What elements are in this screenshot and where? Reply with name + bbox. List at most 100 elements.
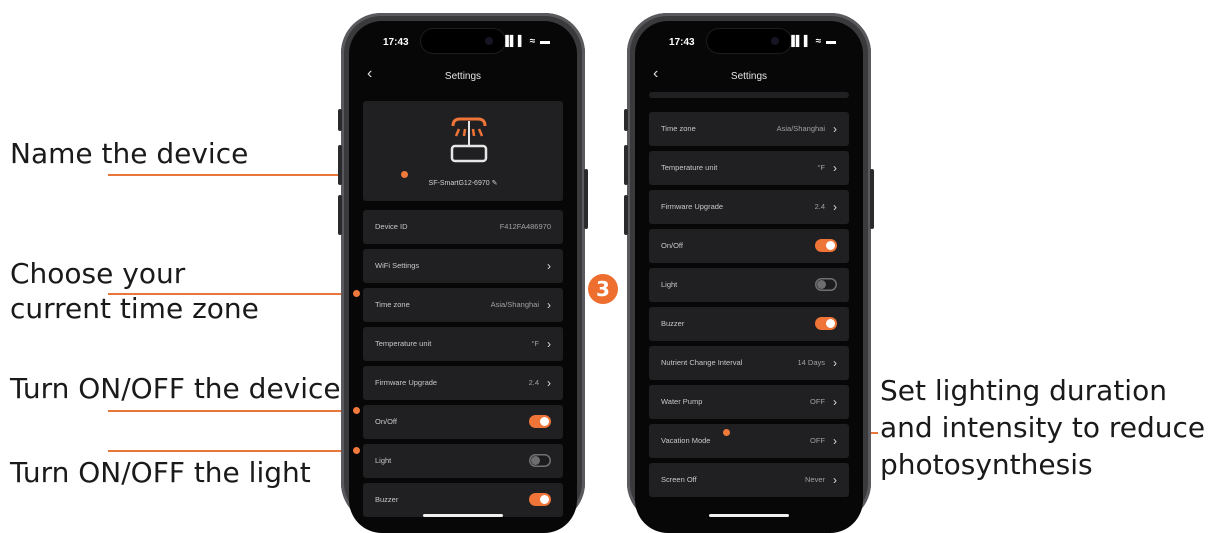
chevron-right-icon: › <box>833 356 837 370</box>
row-firmware-upgrade[interactable]: Firmware Upgrade 2.4 › <box>363 366 563 400</box>
phone-volume-down <box>338 195 342 235</box>
status-time: 17:43 <box>383 37 409 48</box>
row-screen-off[interactable]: Screen Off Never › <box>649 463 849 497</box>
phone-side-button <box>624 109 628 131</box>
page-title: Settings <box>730 71 768 82</box>
leader-line-device <box>108 410 356 412</box>
row-label: Device ID <box>375 222 408 231</box>
toggle-switch-on-off[interactable] <box>815 239 837 252</box>
row-on-off: On/Off <box>649 229 849 263</box>
chevron-right-icon: › <box>547 259 551 273</box>
chevron-right-icon: › <box>547 298 551 312</box>
row-time-zone[interactable]: Time zone Asia/Shanghai › <box>649 112 849 146</box>
row-label: Time zone <box>375 300 410 309</box>
annotation-lighting-3: photosynthesis <box>880 448 1093 481</box>
row-label: Water Pump <box>661 397 703 406</box>
row-value: Asia/Shanghai <box>490 300 539 309</box>
row-label: Buzzer <box>375 495 399 504</box>
annotation-lighting-2: and intensity to reduce <box>880 411 1206 444</box>
nav-bar: ‹ Settings <box>635 65 863 91</box>
row-label: Buzzer <box>661 319 685 328</box>
row-device-id: Device ID F412FA486970 <box>363 210 563 244</box>
toggle-switch-light[interactable] <box>529 454 551 467</box>
row-wifi-settings[interactable]: WiFi Settings › <box>363 249 563 283</box>
row-firmware-upgrade[interactable]: Firmware Upgrade 2.4 › <box>649 190 849 224</box>
grow-lamp-icon <box>450 117 488 163</box>
annotation-time-zone-1: Choose your <box>10 257 186 290</box>
row-label: Firmware Upgrade <box>661 202 724 211</box>
annotation-time-zone-2: current time zone <box>10 292 259 325</box>
row-value: Asia/Shanghai <box>776 124 825 133</box>
row-label: On/Off <box>661 241 683 250</box>
chevron-right-icon: › <box>833 395 837 409</box>
row-value: 14 Days <box>797 358 825 367</box>
leader-dot-time-zone <box>352 289 360 297</box>
phone-volume-down <box>624 195 628 235</box>
device-name-edit[interactable]: SF-SmartG12-6970 ✎ <box>363 179 563 187</box>
row-value: °F <box>817 163 825 172</box>
chevron-right-icon: › <box>833 434 837 448</box>
home-indicator[interactable] <box>423 514 503 517</box>
row-label: Firmware Upgrade <box>375 378 438 387</box>
phone-volume-up <box>338 145 342 185</box>
nav-bar: ‹ Settings <box>349 65 577 91</box>
chevron-right-icon: › <box>833 473 837 487</box>
row-on-off: On/Off <box>363 405 563 439</box>
phone-side-button <box>338 109 342 131</box>
chevron-right-icon: › <box>547 337 551 351</box>
phone-volume-up <box>624 145 628 185</box>
page-title: Settings <box>444 71 482 82</box>
row-water-pump[interactable]: Water Pump OFF › <box>649 385 849 419</box>
annotation-name-device: Name the device <box>10 137 249 170</box>
row-time-zone[interactable]: Time zone Asia/Shanghai › <box>363 288 563 322</box>
phone-screen: 17:43 ▐▌▌ ≈ ▬ ‹ Settings SF-SmartG12-697… <box>349 21 577 533</box>
status-icons: ▐▌▌ ≈ ▬ <box>787 36 837 47</box>
row-buzzer: Buzzer <box>363 483 563 517</box>
step-number-badge: 3 <box>588 274 618 304</box>
row-value: Never <box>804 475 825 484</box>
phone-power-button <box>870 169 874 229</box>
row-value: F412FA486970 <box>499 222 551 231</box>
status-icons: ▐▌▌ ≈ ▬ <box>501 36 551 47</box>
chevron-right-icon: › <box>833 200 837 214</box>
chevron-right-icon: › <box>833 122 837 136</box>
home-indicator[interactable] <box>709 514 789 517</box>
row-label: Light <box>375 456 392 465</box>
row-label: Nutrient Change Interval <box>661 358 743 367</box>
row-label: On/Off <box>375 417 397 426</box>
annotation-toggle-device: Turn ON/OFF the device <box>10 372 341 405</box>
annotation-toggle-light: Turn ON/OFF the light <box>10 456 311 489</box>
row-temperature-unit[interactable]: Temperature unit °F › <box>649 151 849 185</box>
row-temperature-unit[interactable]: Temperature unit °F › <box>363 327 563 361</box>
row-label: WiFi Settings <box>375 261 420 270</box>
phone-screen: 17:43 ▐▌▌ ≈ ▬ ‹ Settings Time zone Asia/… <box>635 21 863 533</box>
row-buzzer: Buzzer <box>649 307 849 341</box>
row-value: °F <box>531 339 539 348</box>
toggle-switch-buzzer[interactable] <box>815 317 837 330</box>
toggle-switch-buzzer[interactable] <box>529 493 551 506</box>
leader-dot-vacation <box>722 428 730 436</box>
row-nutrient-change-interval[interactable]: Nutrient Change Interval 14 Days › <box>649 346 849 380</box>
row-light: Light <box>363 444 563 478</box>
status-time: 17:43 <box>669 37 695 48</box>
phone-left: 17:43 ▐▌▌ ≈ ▬ ‹ Settings SF-SmartG12-697… <box>338 13 588 533</box>
chevron-right-icon: › <box>547 376 551 390</box>
row-label: Light <box>661 280 678 289</box>
row-label: Time zone <box>661 124 696 133</box>
status-bar: 17:43 ▐▌▌ ≈ ▬ <box>349 33 577 51</box>
row-label: Vacation Mode <box>661 436 711 445</box>
leader-dot-device <box>352 406 360 414</box>
row-vacation-mode[interactable]: Vacation Mode OFF › <box>649 424 849 458</box>
leader-dot-light <box>352 446 360 454</box>
row-value: 2.4 <box>814 202 825 211</box>
annotation-lighting-1: Set lighting duration <box>880 374 1167 407</box>
row-label: Temperature unit <box>375 339 432 348</box>
toggle-switch-light[interactable] <box>815 278 837 291</box>
phone-power-button <box>584 169 588 229</box>
phone-right: 17:43 ▐▌▌ ≈ ▬ ‹ Settings Time zone Asia/… <box>624 13 874 533</box>
chevron-right-icon: › <box>833 161 837 175</box>
device-card: SF-SmartG12-6970 ✎ <box>363 101 563 201</box>
row-light: Light <box>649 268 849 302</box>
toggle-switch-on-off[interactable] <box>529 415 551 428</box>
row-value: 2.4 <box>528 378 539 387</box>
